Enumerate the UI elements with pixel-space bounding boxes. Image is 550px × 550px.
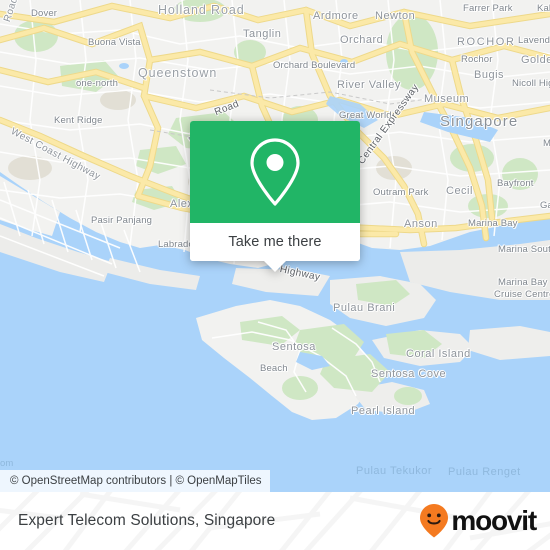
moovit-logo[interactable]: moovit [419, 503, 537, 539]
map-pin-icon [250, 138, 300, 206]
place-title: Expert Telecom Solutions, Singapore [18, 512, 276, 529]
map-attribution[interactable]: © OpenStreetMap contributors | © OpenMap… [0, 470, 270, 492]
moovit-pin-smiley-icon [420, 504, 449, 538]
place-popup-card[interactable]: Take me there [190, 121, 360, 272]
attribution-text: © OpenStreetMap contributors | © OpenMap… [10, 475, 262, 487]
bottom-bar: Expert Telecom Solutions, Singapore moov… [0, 492, 550, 550]
take-me-there-label: Take me there [228, 234, 322, 250]
take-me-there-button[interactable]: Take me there [190, 223, 360, 261]
map-canvas[interactable]: Dover Holland Road Ardmore Newton Farrer Par… [0, 0, 550, 492]
moovit-wordmark: moovit [451, 505, 537, 536]
popup-body: Take me there [190, 121, 360, 261]
moovit-map-screen: Dover Holland Road Ardmore Newton Farrer Par… [0, 0, 550, 550]
popup-image-placeholder [190, 121, 360, 223]
popup-tail [264, 261, 286, 272]
